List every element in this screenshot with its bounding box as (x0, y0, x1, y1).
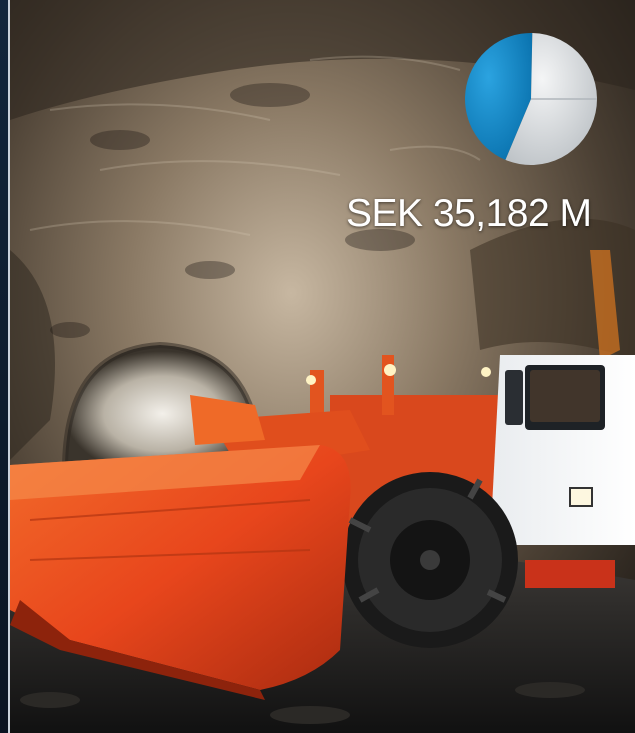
share-pie-chart (465, 33, 597, 165)
left-band (0, 0, 8, 733)
amount-label: SEK 35,182 M (346, 192, 592, 235)
